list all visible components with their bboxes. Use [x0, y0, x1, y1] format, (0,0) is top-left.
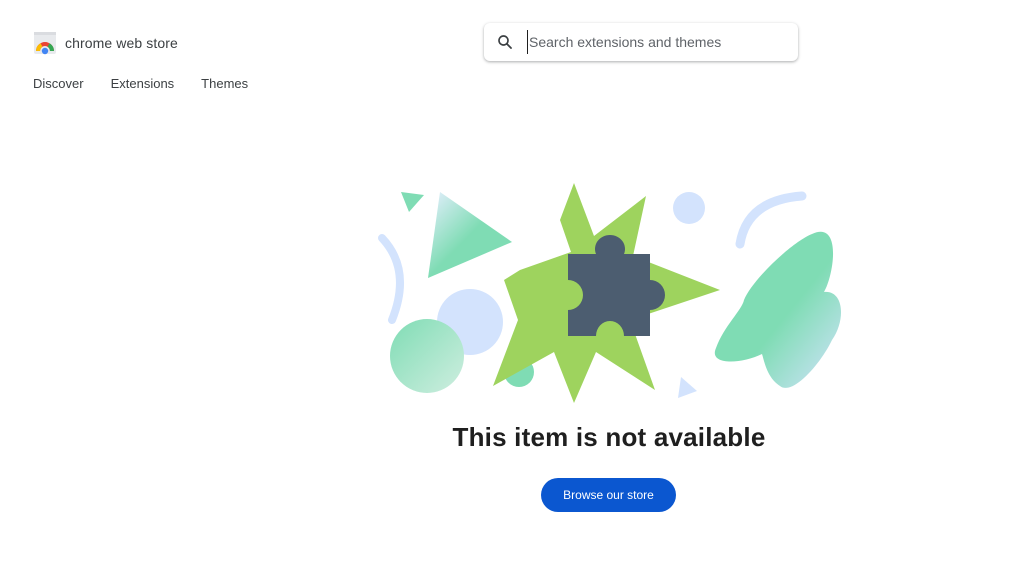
- mint-blob-shape: [714, 231, 842, 388]
- unavailable-illustration: [378, 183, 842, 403]
- logo-text: chrome web store: [65, 35, 178, 51]
- chrome-web-store-logo-icon: [34, 32, 56, 55]
- right-arc-shape: [735, 191, 807, 249]
- search-input[interactable]: [527, 30, 789, 54]
- small-triangle-shape: [401, 192, 424, 212]
- search-box[interactable]: [484, 23, 798, 61]
- nav-item-discover[interactable]: Discover: [33, 76, 84, 91]
- page: chrome web store Discover Extensions The…: [0, 0, 1024, 563]
- small-blue-triangle: [678, 377, 697, 398]
- page-title: This item is not available: [452, 422, 766, 452]
- store-logo-link[interactable]: chrome web store: [33, 31, 178, 55]
- small-blue-dot: [673, 192, 705, 224]
- left-arc-shape: [378, 234, 404, 324]
- nav-item-extensions[interactable]: Extensions: [111, 76, 175, 91]
- top-nav: Discover Extensions Themes: [33, 76, 275, 91]
- large-triangle-shape: [428, 192, 512, 278]
- browse-store-button[interactable]: Browse our store: [541, 478, 676, 512]
- nav-item-themes[interactable]: Themes: [201, 76, 248, 91]
- mint-circle-shape: [390, 319, 464, 393]
- search-icon[interactable]: [496, 33, 514, 51]
